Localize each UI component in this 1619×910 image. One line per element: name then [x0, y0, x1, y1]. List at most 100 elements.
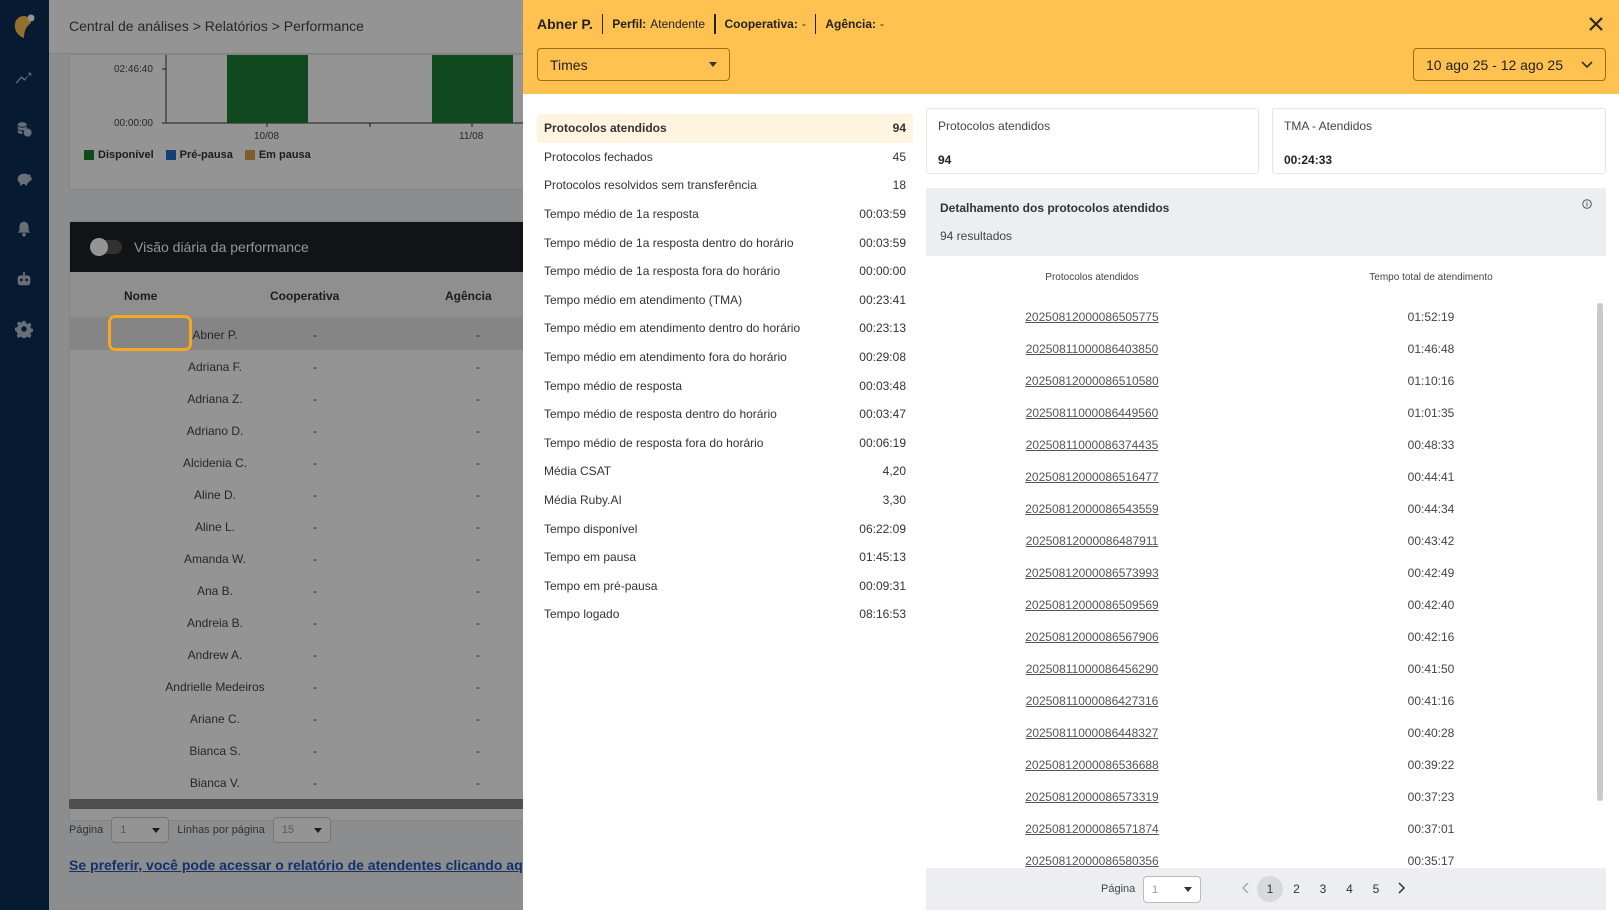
metric-value: 00:23:41 — [859, 292, 906, 307]
page-button-4[interactable]: 4 — [1337, 876, 1363, 902]
close-icon[interactable] — [1586, 14, 1606, 34]
protocol-link[interactable]: 20250811000086456290 — [1026, 662, 1159, 676]
protocol-link[interactable]: 20250811000086449560 — [1026, 406, 1159, 420]
agent-info: Abner P. Perfil: Atendente Cooperativa: - … — [537, 14, 884, 34]
protocol-link[interactable]: 20250812000086543559 — [1025, 502, 1158, 516]
total-time: 00:37:01 — [1407, 822, 1455, 836]
protocol-link[interactable]: 20250811000086448327 — [1026, 726, 1159, 740]
metric-item[interactable]: Tempo médio em atendimento fora do horár… — [537, 343, 913, 372]
info-icon[interactable] — [1582, 199, 1592, 209]
metric-label: Tempo médio de 1a resposta — [544, 207, 699, 222]
protocol-link[interactable]: 20250812000086516477 — [1025, 470, 1158, 484]
perfil-label: Perfil: — [612, 17, 647, 31]
metric-item[interactable]: Tempo em pré-pausa 00:09:31 — [537, 572, 913, 601]
protocol-link[interactable]: 20250811000086374435 — [1026, 438, 1159, 452]
metric-item[interactable]: Protocolos resolvidos sem transferência 1… — [537, 171, 913, 200]
perfil-value: Atendente — [650, 17, 705, 31]
protocol-link[interactable]: 20250812000086487911 — [1026, 534, 1159, 548]
table-row: 20250811000086448327 00:40:28 — [926, 718, 1606, 750]
protocol-link[interactable]: 20250812000086505775 — [1025, 310, 1158, 324]
metric-label: Tempo médio em atendimento dentro do hor… — [544, 321, 801, 336]
column-protocolos[interactable]: Protocolos atendidos — [1045, 272, 1138, 283]
metric-item[interactable]: Tempo médio de 1a resposta 00:03:59 — [537, 200, 913, 229]
metric-value: 94 — [892, 121, 906, 136]
table-row: 20250812000086516477 00:44:41 — [926, 462, 1606, 494]
metric-item[interactable]: Tempo médio de resposta dentro do horári… — [537, 400, 913, 429]
metric-label: Tempo médio em atendimento fora do horár… — [544, 350, 787, 365]
page-button-3[interactable]: 3 — [1310, 876, 1336, 902]
column-tempo-total[interactable]: Tempo total de atendimento — [1369, 272, 1492, 283]
metric-item[interactable]: Tempo médio em atendimento (TMA) 00:23:41 — [537, 286, 913, 315]
protocol-link[interactable]: 20250811000086403850 — [1026, 342, 1159, 356]
date-range-select[interactable]: 10 ago 25 - 12 ago 25 — [1413, 48, 1606, 81]
metric-item[interactable]: Média Ruby.AI 3,30 — [537, 486, 913, 515]
highlight-box — [108, 315, 192, 351]
table-row: 20250812000086571874 00:37:01 — [926, 814, 1606, 846]
chevron-down-icon — [1581, 60, 1593, 68]
protocol-link[interactable]: 20250812000086571874 — [1025, 822, 1158, 836]
metric-item[interactable]: Tempo em pausa 01:45:13 — [537, 543, 913, 572]
protocol-link[interactable]: 20250811000086427316 — [1026, 694, 1159, 708]
page-button-2[interactable]: 2 — [1284, 876, 1310, 902]
metric-label: Tempo logado — [544, 607, 620, 622]
protocol-link[interactable]: 20250812000086567906 — [1025, 630, 1158, 644]
protocol-link[interactable]: 20250812000086573993 — [1025, 566, 1158, 580]
table-row: 20250812000086510580 01:10:16 — [926, 366, 1606, 398]
page-button-1[interactable]: 1 — [1257, 876, 1283, 902]
results-count: 94 resultados — [940, 229, 1013, 243]
metric-label: Tempo médio de resposta — [544, 378, 683, 393]
metric-item[interactable]: Tempo médio de 1a resposta dentro do hor… — [537, 228, 913, 257]
metric-item[interactable]: Tempo médio em atendimento dentro do hor… — [537, 314, 913, 343]
protocol-link[interactable]: 20250812000086509569 — [1025, 598, 1158, 612]
total-time: 00:48:33 — [1407, 438, 1455, 452]
metric-item[interactable]: Tempo logado 08:16:53 — [537, 600, 913, 629]
metric-item[interactable]: Tempo disponível 06:22:09 — [537, 514, 913, 543]
page-button-5[interactable]: 5 — [1363, 876, 1389, 902]
metric-item[interactable]: Protocolos atendidos 94 — [537, 114, 913, 143]
chevron-left-icon[interactable] — [1239, 881, 1253, 895]
metric-item[interactable]: Tempo médio de resposta 00:03:48 — [537, 371, 913, 400]
protocolos-atendidos-card: Protocolos atendidos 94 — [926, 108, 1259, 174]
metric-value: 00:06:19 — [859, 435, 906, 450]
metric-label: Tempo médio de 1a resposta fora do horár… — [544, 264, 781, 279]
drawer-pager: Página 1 12345 — [926, 868, 1606, 910]
protocol-link[interactable]: 20250812000086536688 — [1025, 758, 1158, 772]
page-select[interactable]: 1 — [1143, 876, 1201, 903]
agent-name: Abner P. — [537, 16, 593, 32]
chevron-right-icon[interactable] — [1394, 881, 1408, 895]
protocol-link[interactable]: 20250812000086510580 — [1025, 374, 1158, 388]
cooperativa-value: - — [801, 17, 806, 31]
detail-header: Detalhamento dos protocolos atendidos 94… — [926, 188, 1606, 256]
divider — [601, 14, 604, 34]
total-time: 00:41:50 — [1407, 662, 1455, 676]
total-time: 00:44:34 — [1407, 502, 1455, 516]
metric-label: Tempo em pausa — [544, 550, 637, 565]
metric-label: Protocolos fechados — [544, 149, 653, 164]
times-select[interactable]: Times — [537, 48, 730, 81]
agent-detail-drawer: Abner P. Perfil: Atendente Cooperativa: - … — [523, 0, 1619, 910]
cooperativa-label: Cooperativa: — [724, 17, 798, 31]
protocol-link[interactable]: 20250812000086573319 — [1025, 790, 1158, 804]
metric-item[interactable]: Média CSAT 4,20 — [537, 457, 913, 486]
table-row: 20250811000086427316 00:41:16 — [926, 686, 1606, 718]
metric-item[interactable]: Protocolos fechados 45 — [537, 143, 913, 172]
metric-value: 3,30 — [882, 493, 906, 508]
table-row: 20250812000086580356 00:35:17 — [926, 846, 1606, 868]
detail-title: Detalhamento dos protocolos atendidos — [940, 201, 1170, 215]
metric-label: Tempo médio de resposta dentro do horári… — [544, 407, 777, 422]
total-time: 00:41:16 — [1407, 694, 1455, 708]
metric-item[interactable]: Tempo médio de resposta fora do horário 0… — [537, 429, 913, 458]
metric-value: 45 — [892, 149, 906, 164]
vertical-scrollbar[interactable] — [1597, 303, 1603, 801]
agencia-label: Agência: — [825, 17, 877, 31]
metric-value: 00:03:48 — [859, 378, 906, 393]
metric-label: Tempo médio em atendimento (TMA) — [544, 292, 743, 307]
metric-label: Tempo médio de 1a resposta dentro do hor… — [544, 235, 794, 250]
total-time: 00:40:28 — [1407, 726, 1455, 740]
divider — [714, 14, 716, 34]
metric-item[interactable]: Tempo médio de 1a resposta fora do horár… — [537, 257, 913, 286]
total-time: 00:42:16 — [1407, 630, 1455, 644]
metric-value: 00:03:59 — [859, 235, 906, 250]
protocol-link[interactable]: 20250812000086580356 — [1025, 854, 1158, 868]
table-row: 20250812000086536688 00:39:22 — [926, 750, 1606, 782]
